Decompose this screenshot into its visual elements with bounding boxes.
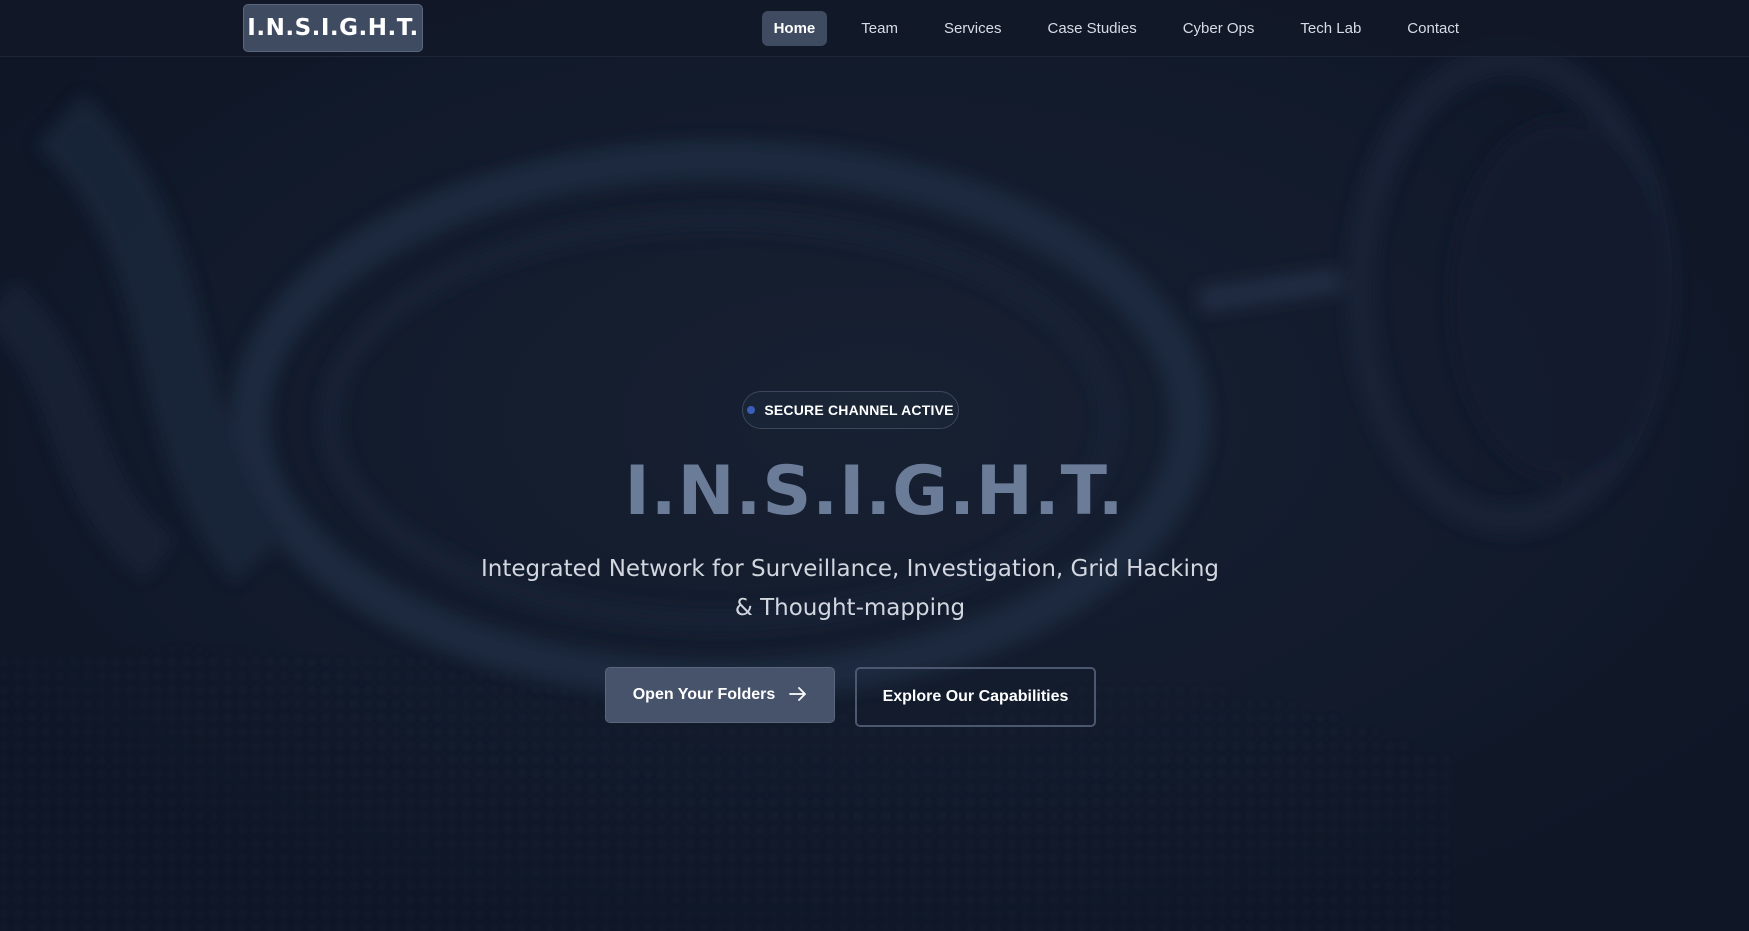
top-navbar: I.N.S.I.G.H.T. Home Team Services Case S… <box>0 0 1749 57</box>
nav-item-cyber-ops[interactable]: Cyber Ops <box>1171 11 1267 46</box>
landing-page: I.N.S.I.G.H.T. Home Team Services Case S… <box>0 0 1749 931</box>
nav-item-contact[interactable]: Contact <box>1395 11 1471 46</box>
hero-section: SECURE CHANNEL ACTIVE I.N.S.I.G.H.T. Int… <box>0 0 1749 931</box>
badge-label: SECURE CHANNEL ACTIVE <box>764 402 954 418</box>
nav-item-home[interactable]: Home <box>761 10 828 46</box>
open-folders-label: Open Your Folders <box>632 686 776 703</box>
nav-item-case-studies[interactable]: Case Studies <box>1035 11 1148 46</box>
nav-item-services[interactable]: Services <box>932 11 1014 46</box>
explore-capabilities-label: Explore Our Capabilities <box>882 688 1069 705</box>
open-folders-button[interactable]: Open Your Folders <box>605 667 835 723</box>
nav-item-team[interactable]: Team <box>849 11 910 46</box>
explore-capabilities-button[interactable]: Explore Our Capabilities <box>855 667 1096 727</box>
brand-logo[interactable]: I.N.S.I.G.H.T. <box>243 4 423 52</box>
secure-channel-badge: SECURE CHANNEL ACTIVE <box>742 391 959 429</box>
arrow-right-icon <box>789 685 807 705</box>
nav-item-tech-lab[interactable]: Tech Lab <box>1288 11 1373 46</box>
main-nav: Home Team Services Case Studies Cyber Op… <box>761 10 1471 46</box>
hero-title: I.N.S.I.G.H.T. <box>624 452 1125 531</box>
hero-subtitle: Integrated Network for Surveillance, Inv… <box>480 556 1220 621</box>
status-dot-icon <box>747 406 756 414</box>
